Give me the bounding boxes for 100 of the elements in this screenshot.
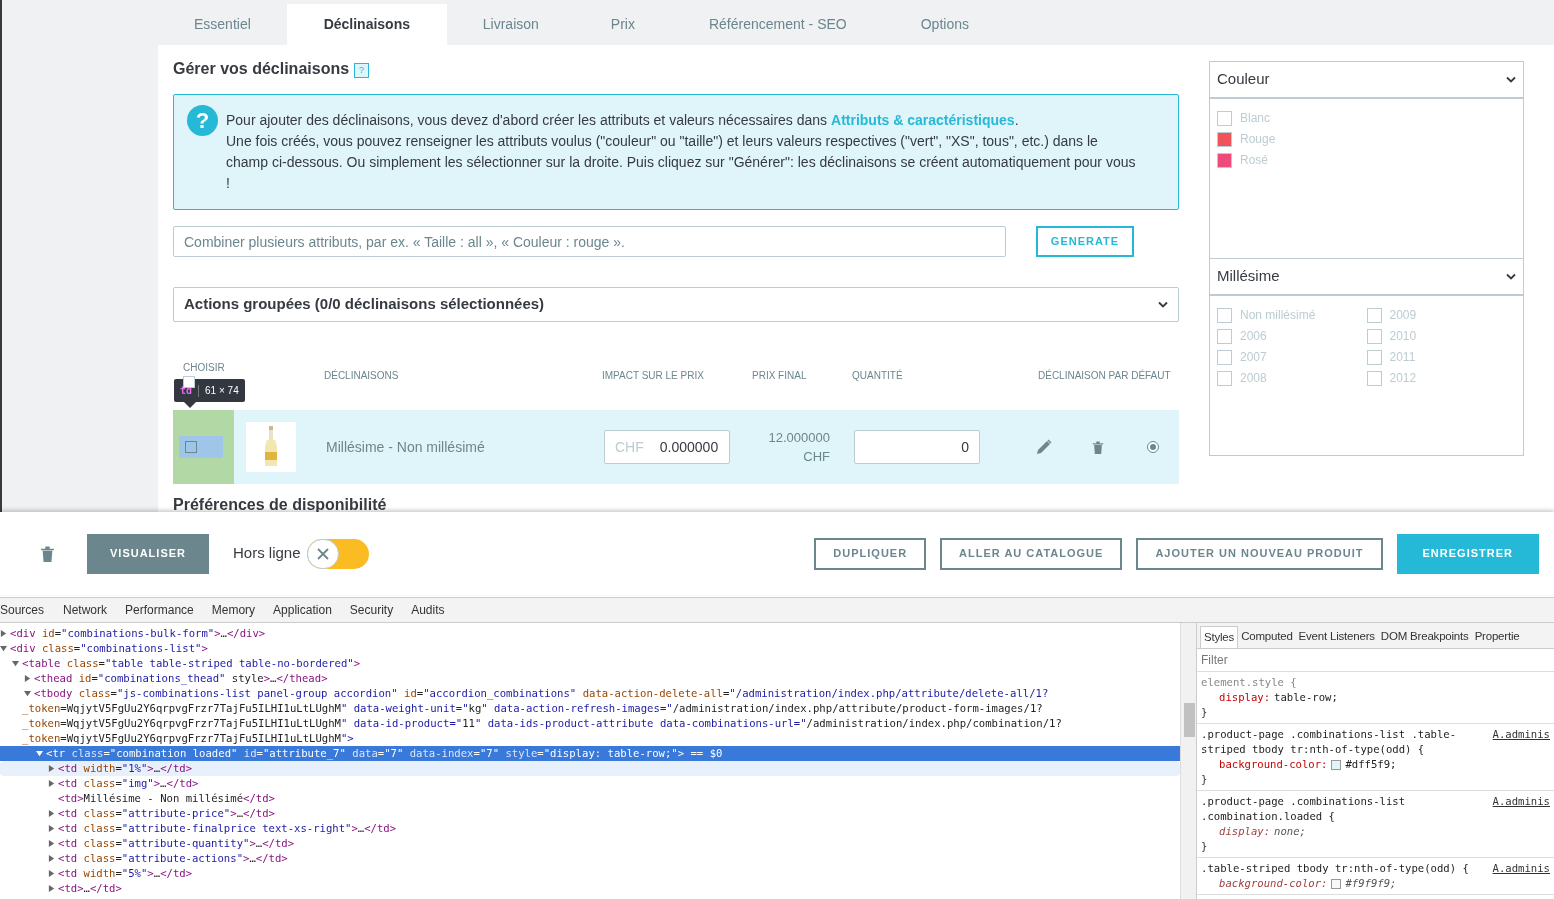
combine-field[interactable]: Combiner plusieurs attributs, par ex. « Taille : all », « Couleur : rouge ». [173, 226, 1006, 257]
css-selector: .product-page .combinations-list .table-striped tbody tr:nth-of-type(odd) { [1201, 727, 1458, 757]
code-line[interactable]: <td width="1%">…</td> [58, 760, 193, 777]
checkbox[interactable] [1217, 349, 1232, 365]
attribute-header[interactable]: Millésime [1210, 259, 1523, 296]
css-declaration: display: table-row; [1218, 690, 1339, 705]
checkbox[interactable] [1366, 307, 1382, 323]
styles-tab[interactable]: Propertie [1471, 626, 1523, 648]
code-line[interactable]: <thead id="combinations_thead" style>…</thead> [34, 670, 328, 687]
closing-brace: } [1201, 839, 1209, 854]
devtools-tab[interactable]: Network [54, 598, 117, 622]
tab[interactable]: Essentiel [158, 4, 287, 45]
styles-tab[interactable]: Event Listeners [1295, 626, 1378, 648]
closing-brace: } [1201, 772, 1209, 787]
css-selector: element.style { [1201, 675, 1298, 690]
tab[interactable]: Référencement - SEO [670, 4, 885, 45]
attribute-label: Non millésimé [1240, 307, 1316, 324]
styles-tab[interactable]: Styles [1200, 626, 1239, 648]
code-line[interactable]: <td width="5%">…</td> [58, 865, 193, 882]
footer-button[interactable]: AJOUTER UN NOUVEAU PRODUIT [1136, 537, 1383, 570]
attribute-label: 2011 [1389, 349, 1416, 366]
checkbox[interactable] [183, 376, 195, 388]
caret-down-icon[interactable] [12, 660, 19, 667]
code-line[interactable]: <td class="img">…</td> [58, 775, 199, 792]
final-price: 12.000000 [768, 429, 830, 447]
devtools-tab[interactable]: Memory [202, 598, 265, 622]
attribute-header[interactable]: Couleur [1210, 62, 1523, 99]
closing-brace: } [1201, 705, 1209, 720]
filter-field[interactable]: Filter [1197, 649, 1554, 672]
color-swatch[interactable] [1217, 152, 1232, 168]
trash-icon[interactable] [1092, 439, 1104, 455]
checkbox[interactable] [1366, 370, 1382, 386]
code-line[interactable]: _token=WqjytV5FgUu2Y6qrpvgFrzr7TajFu5ILHI1uLtLUghM" data-id-product="11" data-ids-product-attribute data-combinations-url="/administration/index.php/combination/1? [22, 715, 1062, 732]
code-line[interactable]: <div id="combinations-bulk-form">…</div> [10, 625, 266, 642]
attribute-label: Rouge [1240, 131, 1276, 148]
caret-right-icon[interactable] [48, 885, 55, 892]
code-line[interactable]: <td class="attribute-quantity">…</td> [58, 835, 295, 852]
color-swatch[interactable] [1217, 110, 1232, 126]
code-line[interactable]: <tbody class="js-combinations-list panel-group accordion" id="accordion_combinations" data-action-delete-all="/administration/index.php/attribute/delete-all/1? [34, 685, 1049, 702]
chevron-down-icon [1158, 301, 1168, 308]
code-line[interactable]: _token=WqjytV5FgUu2Y6qrpvgFrzr7TajFu5ILHI1uLtLUghM"> [22, 730, 354, 747]
caret-down-icon[interactable] [0, 645, 7, 652]
checkbox[interactable] [1217, 328, 1232, 344]
devtools-tab[interactable]: Sources [0, 598, 55, 622]
caret-right-icon[interactable] [48, 825, 55, 832]
styles-tab[interactable]: DOM Breakpoints [1377, 626, 1472, 648]
devtools-tab[interactable]: Performance [116, 598, 203, 622]
caret-right-icon[interactable] [48, 765, 55, 772]
color-swatch[interactable] [1217, 131, 1232, 147]
footer-button[interactable]: ALLER AU CATALOGUE [940, 537, 1123, 570]
info-text: Pour ajouter des déclinaisons, vous devez d'abord créer les attributs et valeurs nécessaires dans Attributs & caractéristiques. Une fois créés, vous pouvez renseigner les attributs voulus ("couleur" ou "taille") et leurs valeurs respectives ("vert", "XS", tous", etc.) dans le champ ci-dessous. Ou simplement les sélectionner sur la droite. Puis cliquez sur "Générer": les déclinaisons se créent automatiquement pour vous ! [226, 111, 1137, 193]
source-link[interactable]: A.adminis [1492, 861, 1550, 876]
toggle-switch[interactable] [306, 538, 369, 569]
footer-button[interactable]: DUPLIQUER [814, 537, 927, 570]
code-line[interactable]: <td>…</td> [58, 880, 122, 897]
caret-right-icon[interactable] [48, 780, 55, 787]
bulk-actions-select[interactable]: Actions groupées (0/0 déclinaisons sélectionnées) [173, 287, 1179, 322]
code-line[interactable]: <div class="combinations-list"> [10, 640, 208, 657]
source-link[interactable]: A.adminis [1492, 794, 1550, 824]
toggle-label: Hors ligne [233, 543, 301, 564]
checkbox[interactable] [185, 441, 197, 453]
css-selector: .product-page .combinations-list .combination.loaded { [1201, 794, 1407, 824]
styles-tab[interactable]: Computed [1238, 626, 1296, 648]
caret-right-icon[interactable] [48, 840, 55, 847]
code-line[interactable]: <td class="attribute-price">…</td> [58, 805, 275, 822]
code-line[interactable]: _token=WqjytV5FgUu2Y6qrpvgFrzr7TajFu5ILHI1uLtLUghM" data-weight-unit="kg" data-action-refresh-images="/administration/index.php/attribute/product-form-images/1? [22, 700, 1043, 717]
caret-right-icon[interactable] [0, 630, 7, 637]
currency-label: CHF [615, 437, 644, 457]
section-title: Gérer vos déclinaisons [173, 59, 350, 79]
checkbox[interactable] [1217, 307, 1232, 323]
checkbox[interactable] [1217, 370, 1232, 386]
devtools-tab[interactable]: Audits [402, 598, 454, 622]
devtools-tab[interactable]: Application [264, 598, 341, 622]
preview-button[interactable]: VISUALISER [87, 533, 209, 574]
caret-down-icon[interactable] [36, 750, 43, 757]
caret-right-icon[interactable] [48, 810, 55, 817]
radio-button[interactable] [1147, 441, 1159, 453]
trash-icon[interactable] [40, 544, 55, 563]
tab[interactable]: Options [884, 4, 1005, 45]
tab[interactable]: Prix [574, 4, 671, 45]
quantity-field[interactable]: 0 [854, 430, 980, 464]
devtools-tab[interactable]: Security [340, 598, 403, 622]
attribute-label: Rosé [1240, 152, 1268, 169]
caret-down-icon[interactable] [24, 690, 31, 697]
code-line[interactable]: <table class="table table-striped table-no-bordered"> [22, 655, 361, 672]
caret-right-icon[interactable] [48, 870, 55, 877]
source-link[interactable]: A.adminis [1492, 727, 1550, 757]
checkbox[interactable] [1366, 349, 1382, 365]
css-declaration: background-color: #dff5f9; [1218, 757, 1398, 772]
column-header: DÉCLINAISON PAR DÉFAUT [1038, 368, 1172, 383]
chevron-down-icon [1506, 273, 1516, 280]
code-line[interactable]: <td>Millésime - Non millésimé</td> [58, 790, 275, 807]
price-field[interactable]: CHF 0.000000 [604, 430, 730, 464]
code-line[interactable]: <td class="attribute-actions">…</td> [58, 850, 288, 867]
tab[interactable]: Déclinaisons [286, 4, 447, 45]
code-line[interactable]: <td class="attribute-finalprice text-xs-right">…</td> [58, 820, 397, 837]
caret-right-icon[interactable] [48, 855, 55, 862]
caret-right-icon[interactable] [24, 675, 31, 682]
checkbox[interactable] [1366, 328, 1382, 344]
pencil-icon[interactable] [1036, 439, 1052, 455]
